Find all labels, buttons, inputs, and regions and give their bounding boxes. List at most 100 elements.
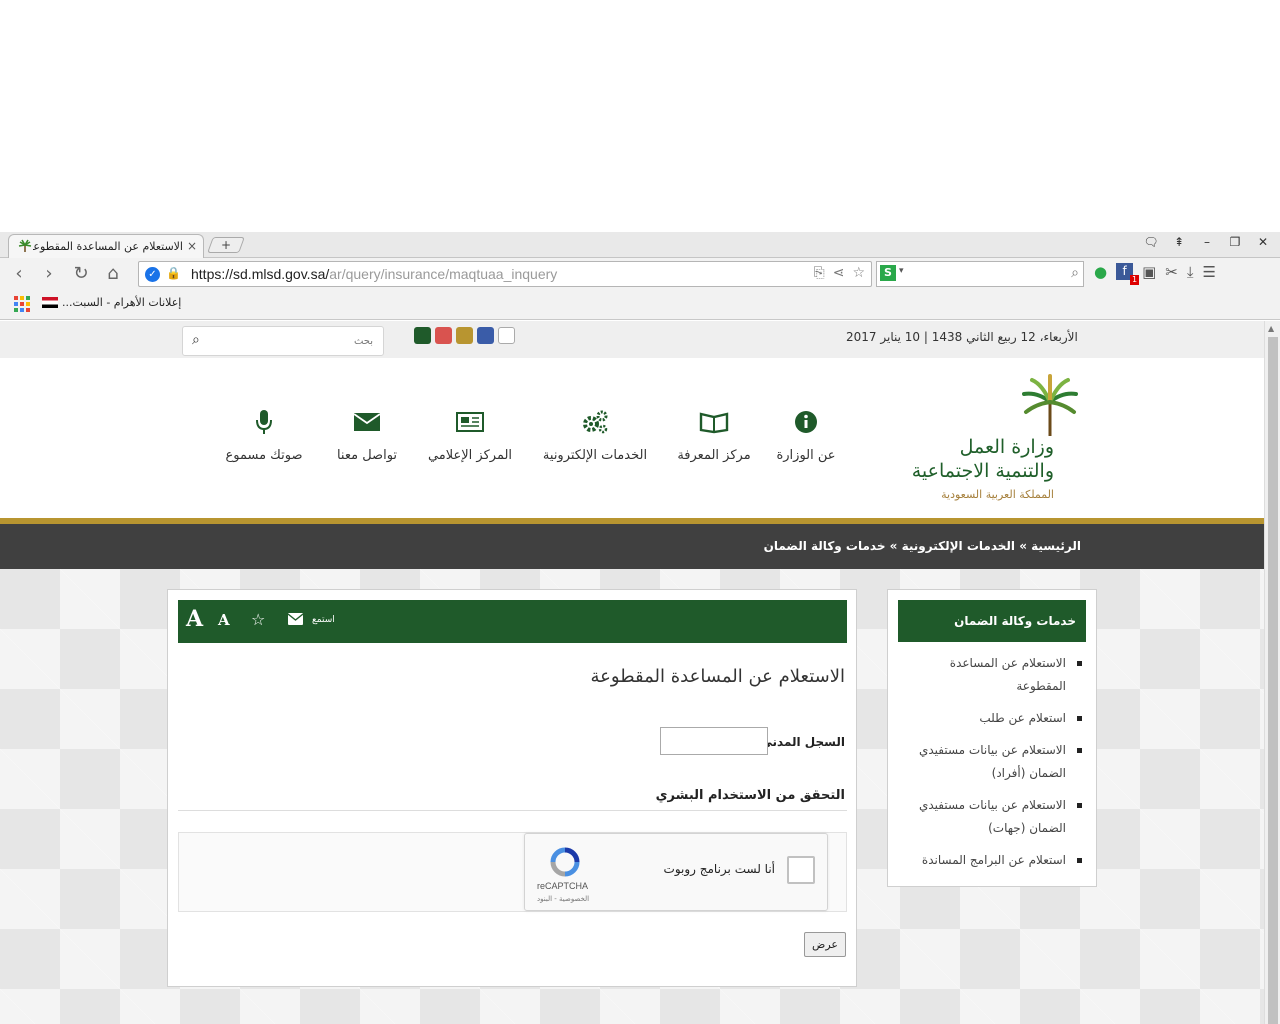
star-icon[interactable]: ☆: [852, 265, 865, 281]
recaptcha-brand: reCAPTCHA: [537, 881, 589, 891]
site-header: وزارة العمل والتنمية الاجتماعية المملكة …: [0, 358, 1264, 518]
captcha-container: أنا لست برنامج روبوت reCAPTCHA الخصوصية …: [178, 832, 847, 912]
egypt-flag-icon: [42, 297, 58, 308]
ministry-logo[interactable]: وزارة العمل والتنمية الاجتماعية المملكة …: [912, 374, 1086, 504]
recaptcha-links[interactable]: الخصوصية - البنود: [537, 895, 589, 903]
site-search[interactable]: ⌕: [182, 326, 384, 356]
extension-icons: ● f1 ▣ ✂ ⤓ ☰: [1094, 263, 1216, 285]
submit-button[interactable]: عرض: [804, 932, 846, 957]
sidebar-item-entities[interactable]: الاستعلام عن بيانات مستفيدي الضمان (جهات…: [906, 794, 1086, 840]
verification-heading: التحقق من الاستخدام البشري: [655, 788, 845, 803]
sidebar-item-lump-sum[interactable]: الاستعلام عن المساعدة المقطوعة: [906, 652, 1086, 698]
restore-icon[interactable]: ❐: [1226, 235, 1244, 249]
web-page: ⌕ الأربعاء، 12 ربيع الثاني 1438 | 10 ينا…: [0, 321, 1280, 1024]
dropdown-arrow-icon[interactable]: ▾: [899, 266, 904, 276]
nav-media[interactable]: المركز الإعلامي: [410, 408, 530, 463]
page-title: الاستعلام عن المساعدة المقطوعة: [590, 666, 845, 687]
sidebar-list: الاستعلام عن المساعدة المقطوعة استعلام ع…: [906, 652, 1086, 881]
nav-voice[interactable]: صوتك مسموع: [204, 408, 324, 463]
notification-badge: 1: [1130, 275, 1140, 285]
home-icon[interactable]: ⌂: [102, 263, 124, 285]
gears-icon: [583, 410, 608, 434]
new-tab-button[interactable]: +: [207, 237, 245, 253]
civil-registry-input[interactable]: [660, 727, 768, 755]
info-icon: [795, 411, 817, 433]
address-bar[interactable]: ✓ 🔒 https://sd.mlsd.gov.sa/ar/query/insu…: [138, 261, 872, 287]
facebook-icon[interactable]: f1: [1116, 263, 1140, 285]
nav-contact[interactable]: تواصل معنا: [307, 408, 427, 463]
address-url[interactable]: https://sd.mlsd.gov.sa/ar/query/insuranc…: [191, 266, 557, 282]
sidebar-item-programs[interactable]: استعلام عن البرامج المساندة: [906, 849, 1086, 872]
search-engine-box[interactable]: S ▾ ⌕: [876, 261, 1084, 287]
chat-icon[interactable]: 🗨: [1142, 235, 1160, 249]
bookmarks-bar: إعلانات الأهرام - السبت...: [0, 291, 1280, 317]
window-controls: 🗨 ⇞ – ❐ ✕: [1142, 235, 1272, 249]
browser-tab[interactable]: الاستعلام عن المساعدة المقطوعة ×: [8, 234, 204, 258]
whatsapp-icon[interactable]: ●: [1094, 263, 1107, 281]
logo-subtitle: والتنمية الاجتماعية: [911, 460, 1054, 482]
search-input[interactable]: [217, 332, 373, 350]
bookmark-ahram[interactable]: إعلانات الأهرام - السبت...: [42, 296, 181, 309]
apps-grid-icon[interactable]: [14, 296, 30, 312]
logo-title: وزارة العمل: [959, 436, 1054, 458]
search-icon[interactable]: ⌕: [192, 332, 200, 348]
nav-knowledge[interactable]: مركز المعرفة: [654, 408, 774, 463]
close-icon[interactable]: ✕: [1254, 235, 1272, 249]
theme-green-swatch[interactable]: [414, 327, 431, 344]
services-sidebar: خدمات وكالة الضمان الاستعلام عن المساعدة…: [887, 589, 1097, 887]
pin-icon[interactable]: ⇞: [1170, 235, 1188, 249]
menu-icon[interactable]: ☰: [1203, 263, 1216, 281]
browser-toolbar: ‹ › ↻ ⌂ ✓ 🔒 https://sd.mlsd.gov.sa/ar/qu…: [0, 259, 1280, 289]
theme-white-swatch[interactable]: [498, 327, 515, 344]
reload-icon[interactable]: ↻: [70, 263, 92, 285]
sidebar-item-individuals[interactable]: الاستعلام عن بيانات مستفيدي الضمان (أفرا…: [906, 739, 1086, 785]
download-box-icon[interactable]: ▣: [1142, 263, 1156, 281]
forward-icon[interactable]: ›: [38, 263, 60, 285]
tab-title: الاستعلام عن المساعدة المقطوعة: [33, 240, 183, 253]
breadcrumb-bar: الرئيسية » الخدمات الإلكترونية » خدمات و…: [0, 524, 1264, 569]
favicon-palm-icon: [18, 239, 32, 252]
recaptcha-widget: أنا لست برنامج روبوت reCAPTCHA الخصوصية …: [524, 833, 828, 911]
email-icon[interactable]: [288, 613, 303, 625]
tab-bar: الاستعلام عن المساعدة المقطوعة × + 🗨 ⇞ –…: [0, 232, 1280, 258]
translate-icon[interactable]: ⎘: [814, 265, 825, 281]
font-decrease-button[interactable]: A: [218, 611, 230, 629]
envelope-icon: [353, 413, 381, 431]
nav-eservices[interactable]: الخدمات الإلكترونية: [535, 408, 655, 463]
palm-logo-icon: [1022, 374, 1078, 436]
microphone-icon: [256, 410, 272, 434]
sidebar-item-request[interactable]: استعلام عن طلب: [906, 707, 1086, 730]
scroll-thumb[interactable]: [1268, 337, 1278, 1024]
magnifier-icon[interactable]: ⌕: [1071, 265, 1079, 281]
main-panel: A A ☆ استمع الاستعلام عن المساعدة المقطو…: [167, 589, 857, 987]
font-increase-button[interactable]: A: [186, 606, 203, 632]
secure-check-icon: ✓: [145, 267, 160, 282]
color-themes: [414, 327, 515, 344]
recaptcha-label: أنا لست برنامج روبوت: [663, 862, 775, 876]
verification-divider: [178, 810, 847, 811]
recaptcha-checkbox[interactable]: [787, 856, 815, 884]
download-icon[interactable]: ⤓: [1187, 263, 1194, 281]
breadcrumb[interactable]: الرئيسية » الخدمات الإلكترونية » خدمات و…: [764, 539, 1081, 553]
minimize-icon[interactable]: –: [1198, 235, 1216, 249]
listen-button[interactable]: استمع: [312, 615, 335, 625]
date-line: الأربعاء، 12 ربيع الثاني 1438 | 10 يناير…: [846, 330, 1078, 344]
top-strip: ⌕ الأربعاء، 12 ربيع الثاني 1438 | 10 ينا…: [0, 321, 1264, 358]
back-icon[interactable]: ‹: [8, 263, 30, 285]
favorite-star-icon[interactable]: ☆: [251, 610, 265, 629]
share-icon[interactable]: ⋖: [833, 265, 845, 281]
content-toolbar: A A ☆ استمع: [178, 600, 847, 643]
theme-blue-swatch[interactable]: [477, 327, 494, 344]
book-icon: [699, 412, 729, 434]
theme-red-swatch[interactable]: [435, 327, 452, 344]
newspaper-icon: [456, 412, 484, 432]
search-engine-icon[interactable]: S: [880, 265, 896, 281]
scroll-up-icon[interactable]: ▲: [1268, 324, 1274, 333]
lock-icon: 🔒: [166, 266, 181, 280]
browser-chrome: الاستعلام عن المساعدة المقطوعة × + 🗨 ⇞ –…: [0, 232, 1280, 320]
tab-close-icon[interactable]: ×: [187, 239, 197, 253]
scissors-icon[interactable]: ✂: [1165, 263, 1178, 281]
theme-gold-swatch[interactable]: [456, 327, 473, 344]
vertical-scrollbar[interactable]: ▲: [1264, 321, 1280, 1024]
blank-area: [0, 0, 1280, 232]
